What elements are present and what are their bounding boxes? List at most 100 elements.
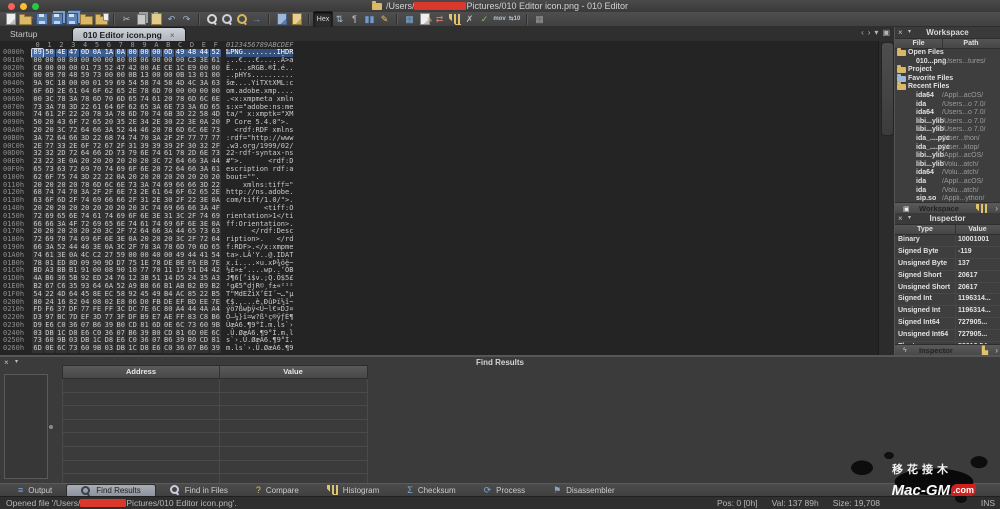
workspace-item-ida[interactable]: ida/Appl...acOS/ <box>895 178 1000 187</box>
inspector-row-unsigned-byte[interactable]: Unsigned Byte137 <box>895 259 1000 271</box>
find-results-row[interactable] <box>62 406 368 420</box>
save-all-icon[interactable] <box>64 13 79 26</box>
edit-as-icon[interactable] <box>417 13 432 26</box>
workspace-item-ida[interactable]: ida/Users...o 7.0/ <box>895 101 1000 110</box>
hex-byte[interactable]: E6 <box>151 345 162 353</box>
workspace-item-libi-ylib[interactable]: libi...ylib/Volu...atch/ <box>895 161 1000 170</box>
workspace-item-favorite-files[interactable]: Favorite Files <box>895 75 1000 84</box>
hex-byte[interactable]: 9B <box>91 345 102 353</box>
tab-nav-2[interactable]: ▾ <box>874 28 878 37</box>
tab-find-results[interactable]: Find Results <box>66 484 155 496</box>
tab-active-document[interactable]: 010 Editor icon.png× <box>72 27 186 42</box>
swap-endian-icon[interactable]: ⇄ <box>432 13 447 26</box>
tab-nav-1[interactable]: › <box>868 28 871 37</box>
hex-byte[interactable]: 1C <box>127 345 138 353</box>
workspace-item-libi-ylib[interactable]: libi...ylib/Users...o 7.0/ <box>895 118 1000 127</box>
workspace-item-ida64[interactable]: ida64/Users...o 7.0/ <box>895 109 1000 118</box>
tools-icon[interactable]: ✗ <box>462 13 477 26</box>
hex-byte[interactable]: DB <box>115 345 126 353</box>
hex-mode-button[interactable]: Hex <box>314 13 332 26</box>
inspector-row-signed-short[interactable]: Signed Short20617 <box>895 271 1000 283</box>
goto-icon[interactable]: → <box>249 13 264 26</box>
workspace-item-project[interactable]: Project <box>895 66 1000 75</box>
workspace-item-recent-files[interactable]: Recent Files <box>895 83 1000 92</box>
hex-byte[interactable]: 0E <box>44 345 55 353</box>
calculator-icon[interactable]: ▦ <box>402 13 417 26</box>
hex-byte[interactable]: 03 <box>103 345 114 353</box>
hex-byte[interactable]: 07 <box>186 345 197 353</box>
ascii-cell[interactable]: m.ls`›.Û.ØæÀ6.¶9 <box>226 345 293 353</box>
tab-nav-3[interactable]: ▣ <box>882 28 890 37</box>
find-results-row[interactable] <box>62 461 368 475</box>
hex-byte[interactable]: 39 <box>210 345 221 353</box>
find-icon[interactable] <box>204 13 219 26</box>
tab-output[interactable]: ≡Output <box>4 484 66 496</box>
find-results-row[interactable] <box>62 379 368 393</box>
hex-editor[interactable]: 0123456789ABCDEF0123456789ABCDEF 0000h89… <box>0 41 894 355</box>
paste-icon[interactable] <box>149 13 164 26</box>
find-results-menu-icon[interactable]: ▾ <box>15 358 18 365</box>
find-results-table-header[interactable]: Address Value <box>62 365 368 379</box>
struct-panel-icon[interactable]: ▙ <box>982 346 988 355</box>
tab-find-in-files[interactable]: Find in Files <box>156 484 242 496</box>
save-as-icon[interactable] <box>49 13 64 26</box>
hex-byte[interactable]: 73 <box>68 345 79 353</box>
replace-icon[interactable] <box>219 13 234 26</box>
find-results-row[interactable] <box>62 393 368 407</box>
histogram-icon[interactable] <box>447 13 462 26</box>
show-whitespace-icon[interactable]: ¶ <box>347 13 362 26</box>
tab-checksum[interactable]: ΣChecksum <box>393 484 469 496</box>
editor-scrollbar[interactable] <box>878 41 894 355</box>
tab-nav-0[interactable]: ‹ <box>861 28 864 37</box>
highlight-icon[interactable]: ✎ <box>377 13 392 26</box>
save-icon[interactable] <box>34 13 49 26</box>
hex-byte[interactable]: 60 <box>80 345 91 353</box>
inspector-row-signed-int[interactable]: Signed Int1196314... <box>895 294 1000 306</box>
base-convert-icon[interactable]: ⇆10 <box>507 13 522 26</box>
tab-startup[interactable]: Startup <box>0 27 47 41</box>
inspector-column-header[interactable]: Type Value <box>895 225 1000 235</box>
find-results-file-list[interactable] <box>4 374 48 479</box>
redo-icon[interactable]: ↷ <box>179 13 194 26</box>
workspace-menu-icon[interactable]: ▾ <box>908 27 911 38</box>
open-folder-icon[interactable] <box>79 13 94 26</box>
inspector-row-signed-byte[interactable]: Signed Byte-119 <box>895 247 1000 259</box>
copy-icon[interactable] <box>134 13 149 26</box>
hex-byte[interactable]: D8 <box>139 345 150 353</box>
cut-icon[interactable]: ✂ <box>119 13 134 26</box>
run-template-icon[interactable] <box>274 13 289 26</box>
workspace-item-open-files[interactable]: Open Files <box>895 49 1000 58</box>
find-results-row[interactable] <box>62 420 368 434</box>
grid-view-icon[interactable]: ▦ <box>532 13 547 26</box>
splitter-handle[interactable] <box>49 425 53 429</box>
hex-byte[interactable]: B6 <box>198 345 209 353</box>
editor-scrollbar-thumb[interactable] <box>881 42 894 136</box>
import-hex-icon[interactable] <box>94 13 109 26</box>
run-script-icon[interactable] <box>289 13 304 26</box>
workspace-item-ida-pyc[interactable]: ida_....pyc/User...thon/ <box>895 135 1000 144</box>
workspace-item-ida-pyc[interactable]: ida_....pyc/User...ktop/ <box>895 144 1000 153</box>
inspector-row-binary[interactable]: Binary10001001 <box>895 235 1000 247</box>
hex-byte[interactable]: C0 <box>163 345 174 353</box>
find-results-row[interactable] <box>62 447 368 461</box>
disassembly-mov-icon[interactable]: mov <box>492 13 507 26</box>
close-tab-icon[interactable]: × <box>170 31 175 40</box>
workspace-item-ida[interactable]: ida/Volu...atch/ <box>895 187 1000 196</box>
workspace-item-010-png[interactable]: 010...png/Users...tures/ <box>895 58 1000 67</box>
check-syntax-icon[interactable]: ✓ <box>477 13 492 26</box>
new-file-icon[interactable]: ▾ <box>4 13 19 26</box>
hex-byte[interactable]: 6D <box>32 345 43 353</box>
tab-disassembler[interactable]: ⚑Disassembler <box>539 484 629 496</box>
column-mode-icon[interactable]: ▮▮ <box>362 13 377 26</box>
find-results-close-icon[interactable]: × <box>4 358 9 367</box>
workspace-column-header[interactable]: File Path <box>895 39 1000 49</box>
tab-compare[interactable]: ?Compare <box>242 484 313 496</box>
inspector-row-unsigned-int64[interactable]: Unsigned Int64727905... <box>895 330 1000 342</box>
tab-histogram[interactable]: Histogram <box>313 484 393 496</box>
tab-process[interactable]: ⟳Process <box>470 484 539 496</box>
hex-byte[interactable]: 6C <box>56 345 67 353</box>
workspace-item-ida64[interactable]: ida64/Volu...atch/ <box>895 169 1000 178</box>
inspector-row-unsigned-short[interactable]: Unsigned Short20617 <box>895 283 1000 295</box>
workspace-close-icon[interactable]: × <box>898 27 903 38</box>
find-next-icon[interactable] <box>234 13 249 26</box>
